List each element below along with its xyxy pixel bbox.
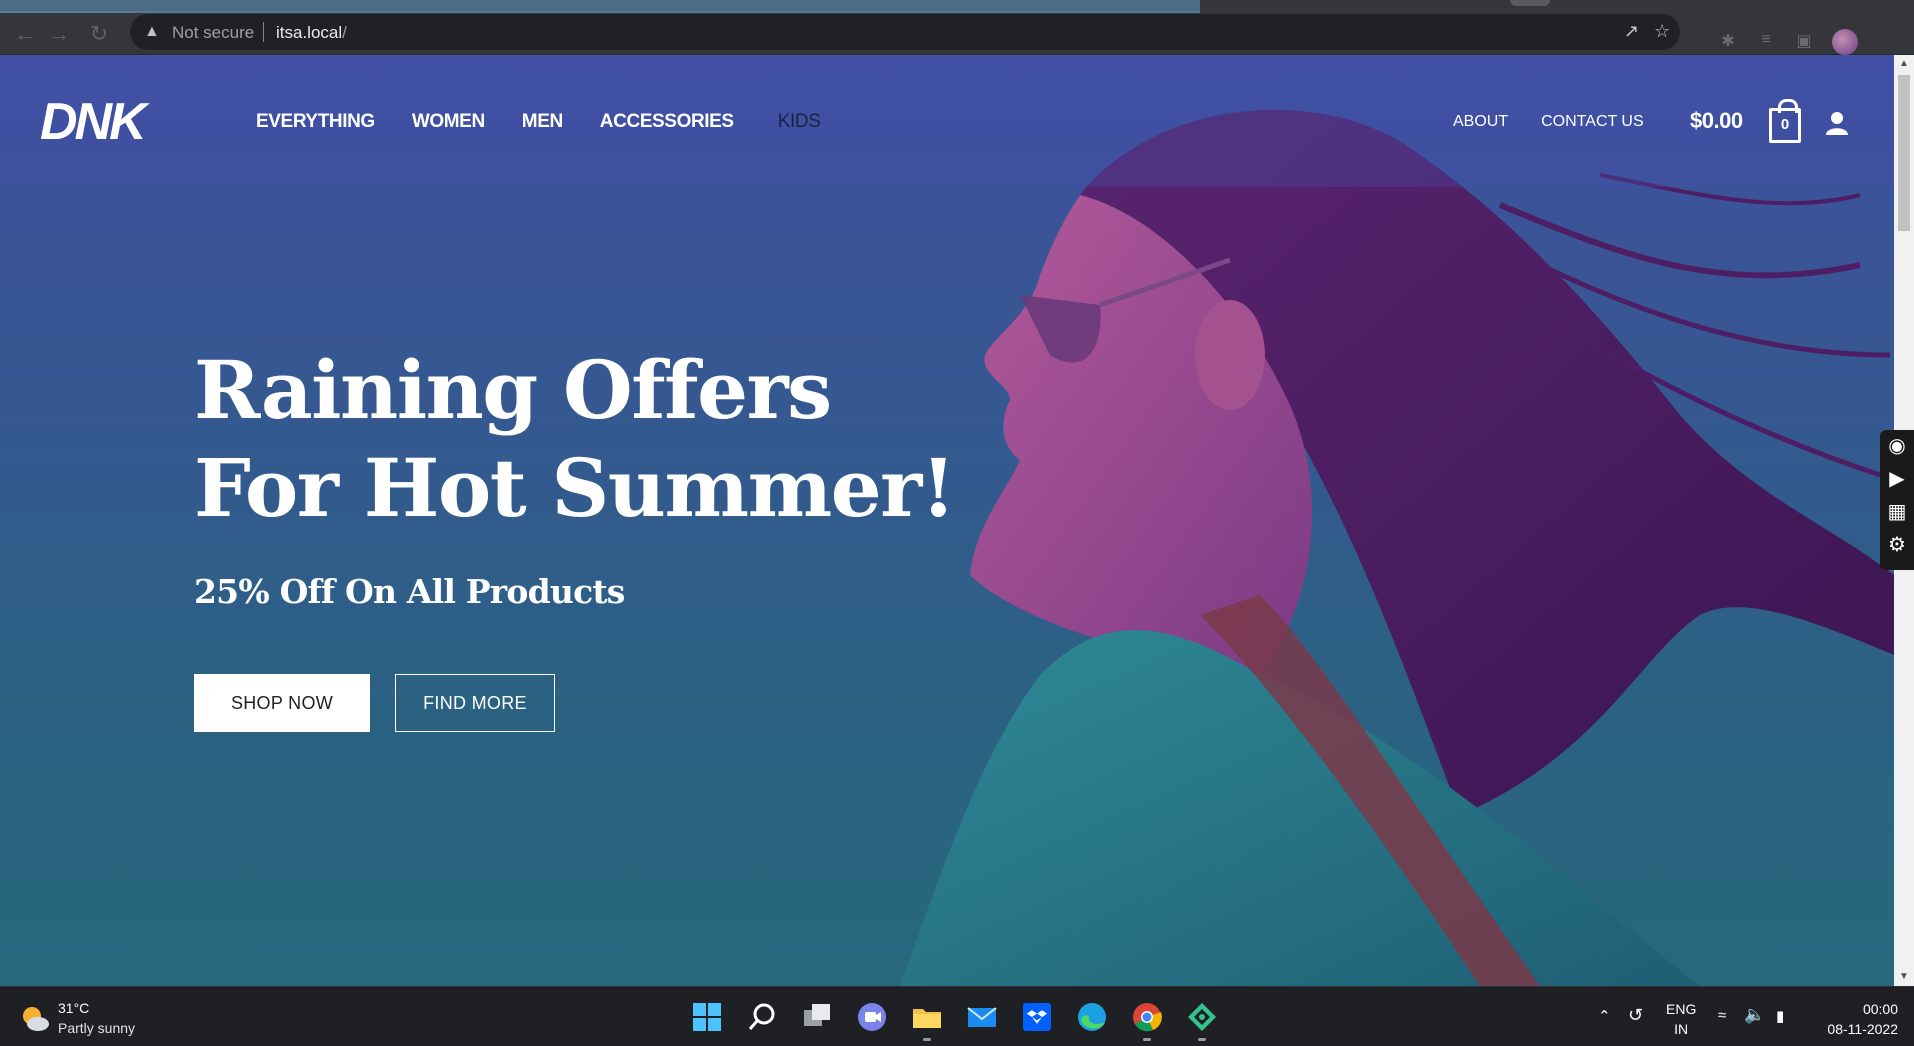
warning-icon[interactable]: ▲ <box>144 23 160 41</box>
local-app-running-indicator <box>1198 1038 1206 1041</box>
scroll-up-arrow-icon[interactable]: ▲ <box>1899 58 1909 69</box>
mail-icon[interactable] <box>965 1000 999 1034</box>
local-app-icon[interactable] <box>1185 1000 1219 1034</box>
svg-text:DNK: DNK <box>40 93 150 151</box>
weather-description[interactable]: Partly sunny <box>58 1020 135 1036</box>
task-view-icon[interactable] <box>800 1000 834 1034</box>
forward-arrow-icon[interactable]: → <box>46 21 72 47</box>
camera-icon[interactable]: ◉ <box>1880 430 1914 463</box>
clock-time: 00:00 <box>1862 1001 1898 1017</box>
windows-taskbar: 31°C Partly sunny ⌃ ↺ ENG IN ≈ 🔈 ▮ 00:00… <box>0 986 1914 1046</box>
clock-date: 08-11-2022 <box>1827 1021 1898 1037</box>
reload-icon[interactable]: ↻ <box>86 21 112 47</box>
find-more-button[interactable]: FIND MORE <box>395 674 555 732</box>
nav-contact-us[interactable]: CONTACT US <box>1541 113 1644 131</box>
logo-mark-icon: DNK <box>40 93 153 151</box>
language-indicator[interactable]: ENG IN <box>1666 999 1696 1039</box>
hero-photo <box>900 55 1894 986</box>
nav-about[interactable]: ABOUT <box>1453 113 1508 131</box>
chrome-running-indicator <box>1143 1038 1151 1041</box>
nav-kids[interactable]: KIDS <box>778 111 821 133</box>
nav-women[interactable]: WOMEN <box>412 111 485 133</box>
security-label[interactable]: Not secure <box>172 23 254 43</box>
teams-chat-icon[interactable] <box>855 1000 889 1034</box>
chrome-browser-icon[interactable] <box>1130 1000 1164 1034</box>
windows-start-icon[interactable] <box>690 1000 724 1034</box>
address-bar[interactable]: ▲ Not secure itsa.local/ ↗ ☆ <box>130 14 1680 50</box>
hero-woman-image <box>900 109 1894 986</box>
explorer-running-indicator <box>923 1038 931 1041</box>
back-arrow-icon[interactable]: ← <box>12 21 38 47</box>
hero-title-line2: For Hot Summer! <box>194 441 956 535</box>
edge-browser-icon[interactable] <box>1075 1000 1109 1034</box>
wifi-icon[interactable]: ≈ <box>1718 1007 1726 1024</box>
main-nav: EVERYTHING WOMEN MEN ACCESSORIES KIDS <box>256 111 857 133</box>
address-separator <box>263 22 264 42</box>
floating-capture-toolbar: ◉ ▶ ▦ ⚙ <box>1880 430 1914 570</box>
cart-count: 0 <box>1780 116 1790 133</box>
profile-avatar[interactable] <box>1832 29 1858 55</box>
hero-title-line1: Raining Offers <box>194 343 832 437</box>
settings-gear-icon[interactable]: ⚙ <box>1880 529 1914 562</box>
show-hidden-icons-chevron-icon[interactable]: ⌃ <box>1598 1007 1611 1025</box>
volume-icon[interactable]: 🔈 <box>1744 1005 1765 1025</box>
nav-everything[interactable]: EVERYTHING <box>256 111 375 133</box>
search-icon[interactable] <box>745 1000 779 1034</box>
bookmark-star-icon[interactable]: ☆ <box>1654 21 1670 42</box>
site-header: DNK EVERYTHING WOMEN MEN ACCESSORIES KID… <box>0 55 1894 187</box>
file-explorer-icon[interactable] <box>910 1000 944 1034</box>
video-camera-icon[interactable]: ▶ <box>1880 463 1914 496</box>
cart-total[interactable]: $0.00 <box>1690 108 1743 134</box>
sync-icon[interactable]: ↺ <box>1628 1005 1643 1026</box>
url-host: itsa.local <box>276 23 343 42</box>
browser-tabstrip <box>0 0 1914 13</box>
weather-temperature[interactable]: 31°C <box>58 1000 89 1016</box>
dnk-logo[interactable]: DNK <box>38 89 184 155</box>
nav-accessories[interactable]: ACCESSORIES <box>600 111 734 133</box>
side-panel-icon[interactable]: ▣ <box>1794 31 1814 51</box>
dropbox-icon[interactable] <box>1020 1000 1054 1034</box>
url-text[interactable]: itsa.local/ <box>276 23 347 43</box>
gallery-icon[interactable]: ▦ <box>1880 496 1914 529</box>
region-code: IN <box>1674 1021 1689 1037</box>
reading-list-icon[interactable]: ≡ <box>1756 31 1776 51</box>
partly-sunny-icon[interactable] <box>20 1003 50 1033</box>
url-path: / <box>342 23 347 42</box>
hero-subtitle: 25% Off On All Products <box>194 572 625 611</box>
tab-search-button[interactable] <box>1510 0 1550 6</box>
browser-toolbar: ← → ↻ ▲ Not secure itsa.local/ ↗ ☆ ✱ ≡ ▣ <box>0 13 1914 55</box>
language-code: ENG <box>1666 1001 1697 1017</box>
secondary-nav: ABOUT CONTACT US <box>1453 113 1677 131</box>
shop-now-button[interactable]: SHOP NOW <box>194 674 370 732</box>
clock[interactable]: 00:00 08-11-2022 <box>1818 999 1898 1039</box>
user-account-icon[interactable] <box>1826 111 1848 135</box>
battery-icon[interactable]: ▮ <box>1776 1007 1784 1025</box>
hero-title: Raining Offers For Hot Summer! <box>194 341 956 537</box>
extension-icon[interactable]: ✱ <box>1718 31 1738 51</box>
nav-men[interactable]: MEN <box>522 111 563 133</box>
browser-tab-active[interactable] <box>0 0 1200 13</box>
scrollbar-thumb[interactable] <box>1898 75 1910 231</box>
page-viewport: DNK EVERYTHING WOMEN MEN ACCESSORIES KID… <box>0 55 1894 986</box>
share-icon[interactable]: ↗ <box>1624 21 1639 42</box>
scroll-down-arrow-icon[interactable]: ▼ <box>1899 971 1909 982</box>
cart-bag-icon[interactable]: 0 <box>1769 99 1801 143</box>
